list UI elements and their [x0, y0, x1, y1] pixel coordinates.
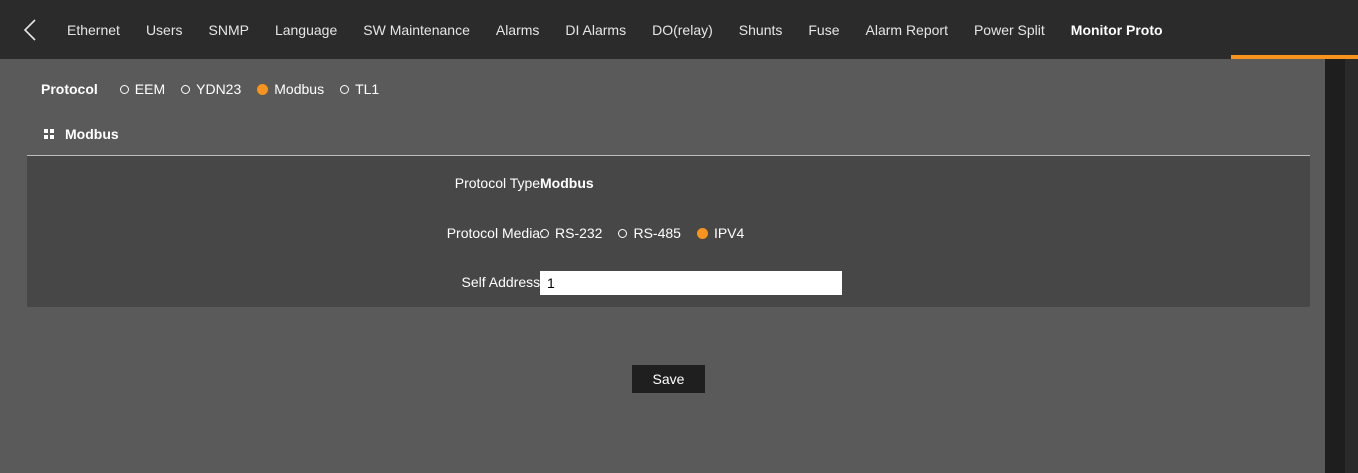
tab-power-split[interactable]: Power Split [974, 0, 1045, 59]
option-label: RS-232 [555, 225, 603, 241]
tab-users[interactable]: Users [146, 0, 183, 59]
section-title: Modbus [65, 126, 119, 142]
protocol-option-tl1[interactable]: TL1 [340, 81, 379, 97]
tab-snmp[interactable]: SNMP [209, 0, 249, 59]
self-address-row: Self Address: [27, 270, 1310, 295]
protocol-selector: Protocol EEM YDN23 Modbus TL1 [41, 79, 395, 99]
media-option-rs485[interactable]: RS-485 [618, 225, 681, 241]
radio-icon[interactable] [618, 228, 628, 238]
tab-fuse[interactable]: Fuse [808, 0, 839, 59]
media-option-ipv4[interactable]: IPV4 [696, 225, 745, 241]
self-address-label: Self Address: [461, 274, 545, 290]
modbus-form: Protocol Type: Modbus Protocol Media: RS… [27, 156, 1310, 307]
protocol-type-value: Modbus [540, 175, 594, 191]
tab-monitor-protocol[interactable]: Monitor Proto [1071, 0, 1163, 59]
protocol-media-label: Protocol Media: [446, 225, 544, 241]
radio-checked-icon[interactable] [696, 227, 708, 239]
option-label: Modbus [274, 81, 325, 97]
option-label: RS-485 [633, 225, 681, 241]
radio-checked-icon[interactable] [257, 83, 269, 95]
protocol-type-label: Protocol Type: [454, 175, 544, 191]
radio-icon[interactable] [181, 84, 191, 94]
grid-icon [44, 128, 55, 140]
option-label: EEM [134, 81, 166, 97]
scrollbar-track [1345, 59, 1358, 473]
tab-bar: Ethernet Users SNMP Language SW Maintena… [0, 0, 1358, 59]
self-address-input[interactable] [540, 271, 842, 295]
tab-do-relay[interactable]: DO(relay) [652, 0, 713, 59]
chevron-left-icon[interactable] [22, 19, 40, 41]
scrollbar[interactable] [1325, 59, 1358, 473]
tab-language[interactable]: Language [275, 0, 337, 59]
tabs: Ethernet Users SNMP Language SW Maintena… [67, 0, 1163, 59]
tab-alarms[interactable]: Alarms [496, 0, 540, 59]
tab-shunts[interactable]: Shunts [739, 0, 783, 59]
tab-sw-maintenance[interactable]: SW Maintenance [363, 0, 470, 59]
radio-icon[interactable] [119, 84, 129, 94]
radio-icon[interactable] [340, 84, 350, 94]
option-label: TL1 [355, 81, 380, 97]
media-option-rs232[interactable]: RS-232 [540, 225, 602, 241]
protocol-label: Protocol [41, 81, 98, 97]
save-button[interactable]: Save [632, 365, 705, 393]
tab-di-alarms[interactable]: DI Alarms [565, 0, 626, 59]
radio-icon[interactable] [540, 228, 549, 238]
protocol-type-row: Protocol Type: Modbus [27, 171, 1310, 195]
protocol-option-ydn23[interactable]: YDN23 [181, 81, 241, 97]
tab-ethernet[interactable]: Ethernet [67, 0, 120, 59]
tab-alarm-report[interactable]: Alarm Report [866, 0, 948, 59]
protocol-media-options: RS-232 RS-485 IPV4 [540, 225, 760, 241]
section-header: Modbus [44, 126, 119, 142]
protocol-option-modbus[interactable]: Modbus [257, 81, 324, 97]
protocol-option-eem[interactable]: EEM [119, 81, 166, 97]
protocol-media-row: Protocol Media: RS-232 RS-485 IPV4 [27, 221, 1310, 245]
option-label: YDN23 [196, 81, 242, 97]
option-label: IPV4 [713, 225, 745, 241]
